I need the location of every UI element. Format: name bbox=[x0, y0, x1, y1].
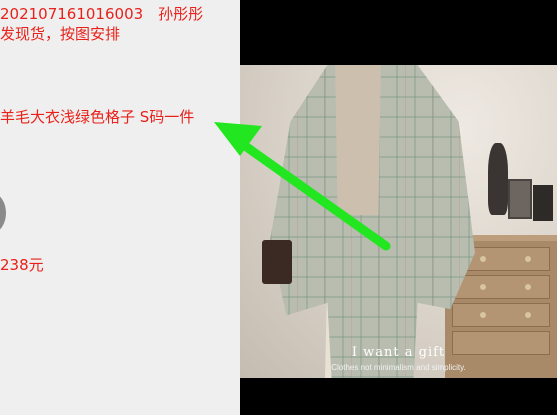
price-text: 238元 bbox=[0, 256, 44, 274]
photo-caption-subtitle: Clothes not minimalism and simplicity. bbox=[331, 363, 466, 372]
model-bag bbox=[262, 240, 292, 284]
item-description-text: 羊毛大衣浅绿色格子 S码一件 bbox=[0, 108, 195, 126]
drawer-knob bbox=[525, 284, 531, 290]
product-photo[interactable]: I want a gift Clothes not minimalism and… bbox=[240, 65, 557, 378]
dresser-drawer bbox=[452, 275, 550, 299]
avatar[interactable] bbox=[0, 193, 6, 233]
dresser-drawer bbox=[452, 303, 550, 327]
decor-frame bbox=[533, 185, 553, 221]
order-id-text: 202107161016003 孙彤彤 bbox=[0, 5, 204, 23]
photo-caption-title: I want a gift bbox=[351, 345, 446, 360]
drawer-knob bbox=[480, 256, 486, 262]
screen: 202107161016003 孙彤彤 发现货，按图安排 羊毛大衣浅绿色格子 S… bbox=[0, 0, 557, 415]
image-viewer[interactable]: I want a gift Clothes not minimalism and… bbox=[240, 0, 557, 415]
drawer-knob bbox=[525, 256, 531, 262]
drawer-knob bbox=[480, 312, 486, 318]
chat-panel: 202107161016003 孙彤彤 发现货，按图安排 羊毛大衣浅绿色格子 S… bbox=[0, 0, 240, 415]
shipping-note-text: 发现货，按图安排 bbox=[0, 25, 121, 43]
drawer-knob bbox=[525, 312, 531, 318]
decor-clock bbox=[508, 179, 532, 219]
decor-statue bbox=[488, 143, 508, 215]
drawer-knob bbox=[480, 284, 486, 290]
